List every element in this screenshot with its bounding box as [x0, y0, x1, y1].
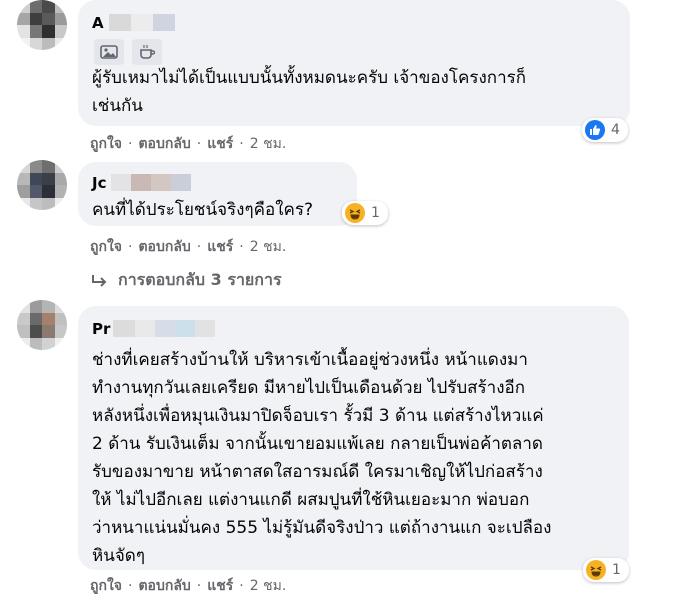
comment-author[interactable]: Pr	[92, 320, 110, 338]
avatar[interactable]	[17, 160, 67, 210]
coffee-cup-icon	[132, 39, 162, 65]
reaction-count: 4	[611, 122, 620, 138]
like-icon	[585, 120, 605, 140]
comment-bubble: Jc คนที่ได้ประโยชน์จริงๆคือใคร?	[78, 162, 357, 226]
share-button[interactable]: แชร์	[207, 578, 233, 594]
blurred-name	[113, 320, 215, 337]
view-replies-label[interactable]: การตอบกลับ 3 รายการ	[118, 268, 282, 293]
comment-author[interactable]: A	[92, 14, 104, 32]
reaction-summary[interactable]: 1	[342, 201, 388, 225]
blurred-name	[111, 174, 191, 191]
like-button[interactable]: ถูกใจ	[90, 239, 122, 255]
timestamp[interactable]: 2 ชม.	[250, 239, 287, 255]
reply-arrow-icon	[92, 274, 107, 287]
comment-text: คนที่ได้ประโยชน์จริงๆคือใคร?	[92, 200, 314, 220]
reply-button[interactable]: ตอบกลับ	[138, 578, 190, 594]
comment-text: ช่างที่เคยสร้างบ้านให้ บริหารเข้าเนื้ออย…	[92, 350, 552, 566]
comment-actions: ถูกใจ · ตอบกลับ · แชร์ · 2 ชม.	[90, 239, 287, 255]
comment-text: ผู้รับเหมาไม่ได้เป็นแบบนั้นทั้งหมดนะครับ…	[92, 68, 527, 116]
reaction-count: 1	[612, 562, 621, 578]
like-button[interactable]: ถูกใจ	[90, 578, 122, 594]
comment-actions: ถูกใจ · ตอบกลับ · แชร์ · 2 ชม.	[90, 578, 287, 594]
like-button[interactable]: ถูกใจ	[90, 136, 122, 152]
reaction-count: 1	[371, 205, 380, 221]
comment-bubble: Pr ช่างที่เคยสร้างบ้านให้ บริหารเข้าเนื้…	[78, 306, 629, 570]
view-replies-link[interactable]: การตอบกลับ 3 รายการ	[90, 268, 282, 293]
reaction-summary[interactable]: 1	[583, 558, 629, 582]
reply-button[interactable]: ตอบกลับ	[138, 239, 190, 255]
comment-actions: ถูกใจ · ตอบกลับ · แชร์ · 2 ชม.	[90, 136, 287, 152]
timestamp[interactable]: 2 ชม.	[250, 136, 287, 152]
share-button[interactable]: แชร์	[207, 239, 233, 255]
avatar[interactable]	[17, 300, 67, 350]
photo-icon	[94, 39, 124, 65]
avatar[interactable]	[17, 0, 67, 50]
blurred-name	[109, 14, 175, 31]
reaction-summary[interactable]: 4	[582, 118, 628, 142]
share-button[interactable]: แชร์	[207, 136, 233, 152]
comment-bubble: A ผู้รับเหมาไม่ได้เป็นแบบนั้นทั้งหมดนะคร…	[78, 0, 630, 126]
comment-author[interactable]: Jc	[92, 174, 106, 192]
haha-icon	[586, 560, 606, 580]
haha-icon	[345, 203, 365, 223]
reply-button[interactable]: ตอบกลับ	[138, 136, 190, 152]
timestamp[interactable]: 2 ชม.	[250, 578, 287, 594]
